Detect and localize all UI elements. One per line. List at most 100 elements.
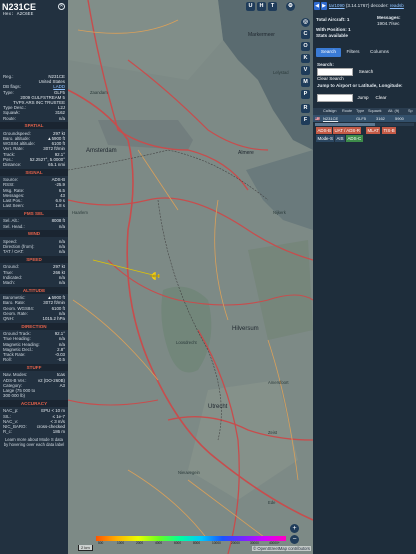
altitude-legend-label: 500: [98, 541, 104, 545]
altitude-legend-label: 6000: [174, 541, 182, 545]
map-view[interactable]: Markermeer Amsterdam Hilversum Utrecht A…: [68, 0, 313, 554]
zoom-out-button[interactable]: −: [290, 535, 299, 544]
wind-key: TAT / OAT:: [3, 249, 24, 255]
direction-key: Roll:: [3, 357, 12, 363]
side-button-r[interactable]: R: [301, 104, 310, 113]
altitude-legend-label: 40000+: [269, 541, 280, 545]
stats-available[interactable]: Stats available: [316, 33, 348, 38]
wind-value: n/a: [58, 249, 65, 255]
map-label-ede: Ede: [268, 500, 276, 505]
tab-columns[interactable]: Columns: [366, 48, 393, 57]
map-button-t[interactable]: T: [268, 2, 277, 11]
messages-label: Messages:: [377, 15, 401, 20]
accuracy-row: R_c: 186 m: [3, 429, 65, 435]
signal-section-header: SIGNAL: [0, 168, 68, 176]
jump-button[interactable]: Jump: [355, 94, 371, 102]
chip-mlat: MLAT: [366, 127, 381, 134]
col-squawk[interactable]: Squawk: [368, 109, 382, 113]
info-row: Route: n/a: [3, 116, 65, 122]
side-button-v[interactable]: V: [301, 66, 310, 75]
altitude-legend-label: 8000: [193, 541, 201, 545]
chip-tisb: TIS-B: [382, 127, 397, 134]
direction-row: Roll: -0.5: [3, 357, 65, 363]
map-label-amersfoort: Amersfoort: [268, 380, 289, 385]
row-type: GLF5: [356, 116, 367, 122]
map-label-nieuwegein: Nieuwegein: [178, 470, 200, 475]
map-label-nijkerk: Nijkerk: [273, 210, 286, 215]
table-row[interactable]: 🇺🇸 N231CE GLF5 3162 5900: [313, 115, 416, 122]
tab-search[interactable]: Search: [316, 48, 341, 57]
col-type[interactable]: Type: [356, 109, 364, 113]
search-label: Search:: [317, 62, 334, 67]
col-speed[interactable]: Sp: [408, 109, 413, 113]
accuracy-section-header: ACCURACY: [0, 399, 68, 407]
stuff-section-header: STUFF: [0, 363, 68, 371]
signal-row: Last Seen: 1.8 s: [3, 203, 65, 209]
altitude-section-header: ALTITUDE: [0, 286, 68, 294]
layers-icon[interactable]: ◎: [301, 18, 310, 27]
spatial-section-header: SPATIAL: [0, 122, 68, 130]
side-button-p[interactable]: P: [301, 90, 310, 99]
wind-section-header: WIND: [0, 230, 68, 238]
speed-row: Mach: n/a: [3, 280, 65, 286]
with-position: With Position: 1: [316, 27, 351, 32]
altitude-legend-label: 10000: [212, 541, 221, 545]
nav-prev-icon[interactable]: ◀: [314, 2, 320, 10]
row-alt: 5900: [395, 116, 404, 122]
side-button-m[interactable]: M: [301, 78, 310, 87]
spatial-key: Distance:: [3, 162, 22, 167]
map-label-haarlem: Haarlem: [72, 210, 88, 215]
info-value: n/a: [58, 115, 65, 121]
aircraft-list-panel: ◀ ▶ tar1090 (3.14.1767) decoder: readsb …: [313, 0, 416, 554]
col-route[interactable]: Route: [342, 109, 352, 113]
stuff-key: 300 000 lb): [3, 393, 25, 399]
direction-section-header: DIRECTION: [0, 322, 68, 330]
search-button[interactable]: Search: [355, 68, 377, 76]
tab-filters[interactable]: Filters: [342, 48, 364, 57]
decoder-link[interactable]: readsb: [390, 3, 404, 8]
loosdrecht-lakes: [161, 286, 212, 373]
clear-jump-button[interactable]: Clear: [373, 94, 389, 102]
map-button-u[interactable]: U: [246, 2, 255, 11]
table-scrollbar[interactable]: [315, 123, 414, 126]
motorway-west: [68, 399, 159, 406]
aircraft-hex: Hex: A2C6EE: [3, 12, 34, 17]
version-link[interactable]: tar1090: [329, 3, 345, 8]
chip-adsb: ADS-B: [316, 127, 333, 134]
col-alt[interactable]: Alt. (ft): [388, 109, 399, 113]
map-label-loosdrecht: Loosdrecht: [176, 340, 197, 345]
total-aircraft: Total Aircraft: 1: [316, 17, 350, 22]
close-icon[interactable]: ✕: [58, 3, 65, 10]
aircraft-icon[interactable]: [150, 272, 160, 280]
chip-adsc: ADS-C: [346, 135, 363, 142]
altitude-legend-label: 20000: [231, 541, 240, 545]
version-text: (3.14.1767) decoder:: [345, 3, 389, 8]
nav-next-icon[interactable]: ▶: [321, 2, 327, 10]
scrollbar-thumb[interactable]: [315, 123, 375, 126]
aircraft-info-panel: N231CE Hex: A2C6EE ✕ Reg.: N231CE United S…: [0, 0, 68, 554]
fms-row: Sel. Head.: n/a: [3, 224, 65, 230]
side-button-k[interactable]: K: [301, 54, 310, 63]
jump-input[interactable]: [317, 94, 353, 102]
chip-ais: AIS: [335, 135, 346, 142]
col-callsign[interactable]: Callsign: [323, 109, 337, 113]
altitude-legend-label: 4000: [155, 541, 163, 545]
row-callsign[interactable]: N231CE: [323, 116, 338, 121]
altitude-value: 1015.2 hPa: [42, 316, 65, 321]
map-attribution[interactable]: © OpenStreetMap contributors: [252, 546, 311, 551]
gear-icon[interactable]: ⚙: [286, 2, 295, 11]
altitude-legend-label: 1000: [117, 541, 125, 545]
forest-area: [248, 240, 313, 340]
chip-uat: UAT / ADS-R: [333, 127, 362, 134]
map-label-almere: Almere: [238, 150, 254, 156]
side-button-f[interactable]: F: [301, 116, 310, 125]
map-button-h[interactable]: H: [257, 2, 266, 11]
zoom-in-button[interactable]: +: [290, 524, 299, 533]
chip-modes: Mode-S: [316, 135, 335, 142]
row-flag: 🇺🇸: [315, 116, 320, 122]
altitude-legend-label: 2000: [136, 541, 144, 545]
side-button-o[interactable]: O: [301, 42, 310, 51]
side-button-c[interactable]: C: [301, 30, 310, 39]
speed-value: n/a: [58, 280, 65, 285]
clear-search-button[interactable]: Clear Search: [317, 75, 351, 83]
